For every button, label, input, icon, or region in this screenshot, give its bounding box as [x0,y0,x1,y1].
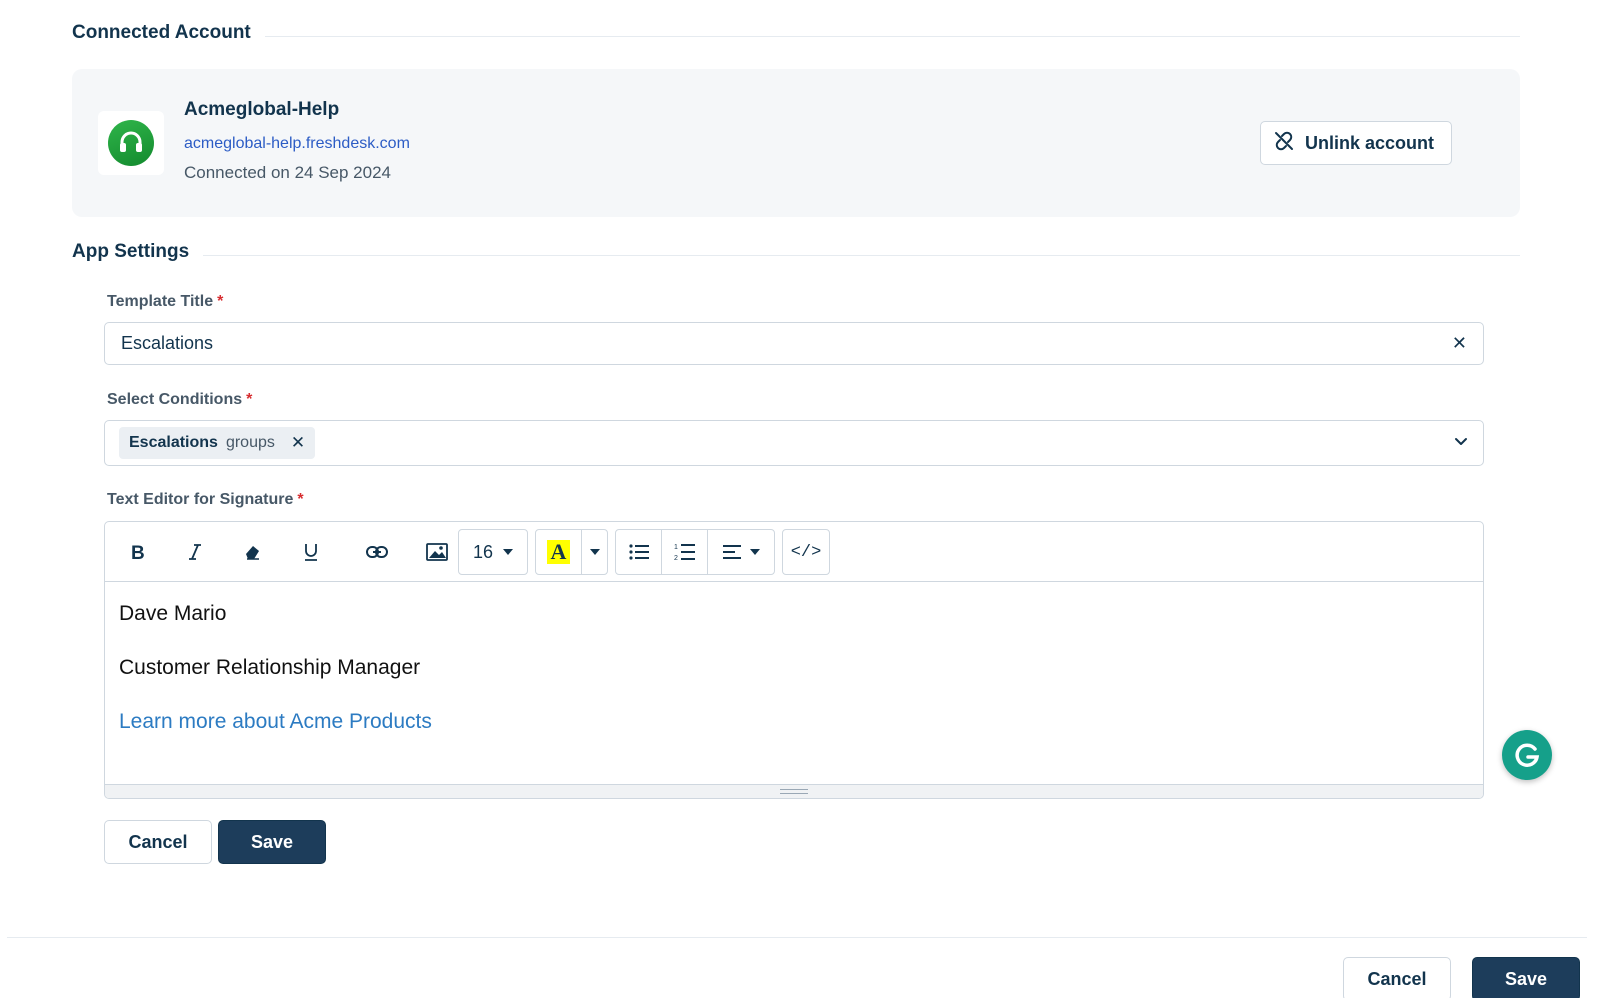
template-title-field: ✕ [104,322,1484,365]
connected-date: Connected on 24 Sep 2024 [184,163,392,182]
account-logo [98,111,164,175]
footer-divider [7,937,1587,938]
image-icon[interactable] [419,530,455,574]
unlink-account-button[interactable]: Unlink account [1260,121,1452,165]
section-divider [264,35,1520,37]
chip-type: groups [225,434,275,451]
align-left-icon [723,545,741,559]
caret-down-icon [750,549,760,555]
select-conditions-label-text: Select Conditions [107,391,243,408]
align-dropdown[interactable] [708,530,774,574]
remove-chip-icon[interactable]: ✕ [291,433,305,453]
clear-icon[interactable]: ✕ [1452,333,1467,354]
caret-down-icon [589,549,600,555]
editor-toolbar: B 16 A 1 2 </> [105,522,1483,582]
editor-content[interactable]: Dave Mario Customer Relationship Manager… [105,582,1483,732]
italic-icon[interactable] [179,530,211,574]
svg-text:B: B [131,543,145,562]
unlink-account-label: Unlink account [1305,132,1435,153]
chevron-down-icon[interactable] [1453,433,1469,454]
unlink-icon [1273,130,1295,157]
bold-icon[interactable]: B [121,530,153,574]
footer-save-button[interactable]: Save [1472,957,1580,998]
grammarly-icon[interactable] [1502,730,1552,780]
font-size-select[interactable]: 16 [458,529,528,575]
highlight-button[interactable]: A [536,530,582,574]
highlight-color-group: A [535,529,608,575]
connected-account-header: Connected Account [72,22,1520,44]
highlight-dropdown[interactable] [582,530,607,574]
template-title-label: Template Title * [107,293,223,311]
signature-editor-label-text: Text Editor for Signature [107,491,294,508]
numbered-list-icon[interactable]: 12 [662,530,708,574]
font-size-value: 16 [472,541,494,562]
eraser-icon[interactable] [237,530,269,574]
signature-name: Dave Mario [119,602,227,625]
template-title-label-text: Template Title [107,293,214,310]
connected-account-title: Connected Account [72,22,251,43]
section-divider [203,254,1520,256]
account-url-link[interactable]: acmeglobal-help.freshdesk.com [184,135,410,153]
form-save-button[interactable]: Save [218,820,326,864]
account-name: Acmeglobal-Help [184,99,340,120]
select-conditions-label: Select Conditions * [107,391,252,409]
footer-cancel-button[interactable]: Cancel [1343,957,1451,998]
form-cancel-button[interactable]: Cancel [104,820,212,864]
list-align-group: 12 [615,529,775,575]
caret-down-icon [503,549,514,555]
required-mark: * [217,293,224,310]
highlight-letter: A [546,540,571,564]
underline-icon[interactable] [295,530,327,574]
template-title-input[interactable] [121,333,1452,354]
required-mark: * [297,491,304,508]
select-conditions-dropdown[interactable]: Escalations groups ✕ [104,420,1484,466]
code-view-button[interactable]: </> [782,529,830,575]
svg-text:2: 2 [674,555,678,562]
signature-title: Customer Relationship Manager [119,656,421,679]
code-view-label: </> [790,542,822,562]
bulleted-list-icon[interactable] [616,530,662,574]
chip-name: Escalations [129,434,218,451]
required-mark: * [246,391,253,408]
headset-icon [108,120,154,166]
signature-link[interactable]: Learn more about Acme Products [119,711,432,732]
svg-text:1: 1 [674,544,678,551]
connected-account-card: Acmeglobal-Help acmeglobal-help.freshdes… [72,69,1520,217]
editor-resize-handle[interactable] [105,784,1483,798]
app-settings-header: App Settings [72,241,1520,263]
signature-editor-label: Text Editor for Signature * [107,491,304,509]
app-settings-title: App Settings [72,241,190,262]
link-icon[interactable] [359,530,395,574]
condition-chip: Escalations groups ✕ [119,427,316,459]
signature-editor: B 16 A 1 2 </> Dave Mario Customer Relat… [104,521,1484,799]
